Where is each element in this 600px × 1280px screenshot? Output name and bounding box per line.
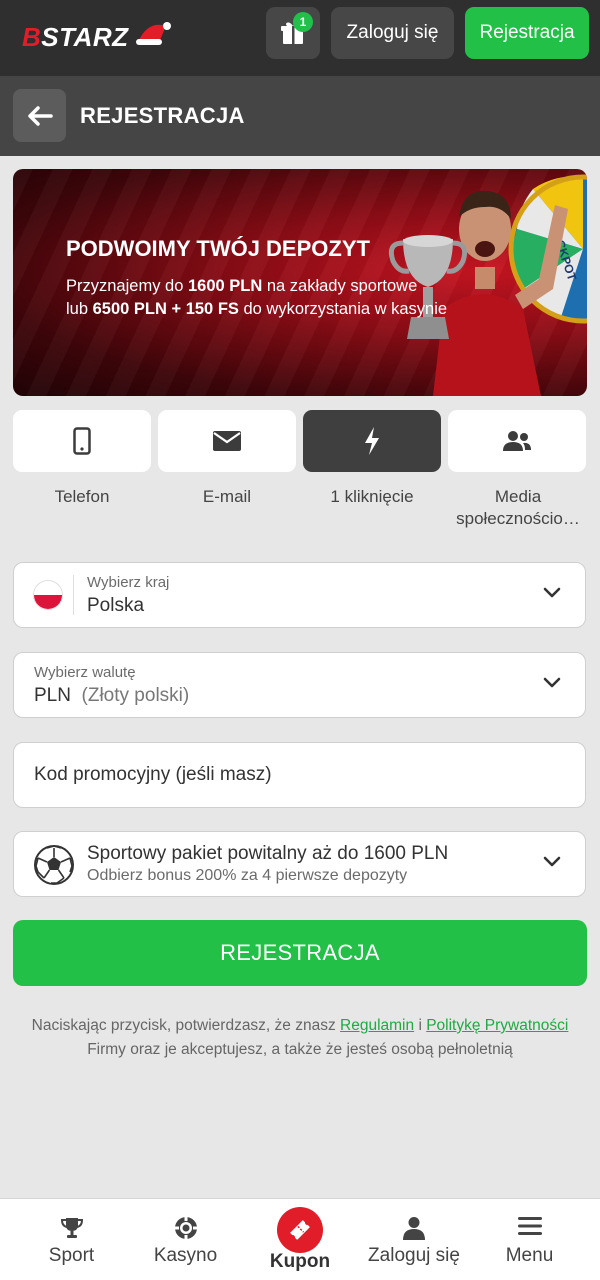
banner-text-part: lub [66,300,93,318]
lightning-icon [365,427,379,455]
register-button[interactable]: Rejestracja [465,7,589,59]
top-bar: BSTARZ 1 Zaloguj się Rejestracja [0,0,600,76]
back-button[interactable] [13,89,66,142]
method-tab-phone[interactable] [13,410,151,472]
currency-code: PLN [34,685,71,706]
banner-text-part: na zakłady sportowe [262,277,418,295]
casino-chip-icon [174,1217,197,1239]
gift-button[interactable] [266,7,320,59]
banner-text-part: do wykorzystania w kasynie [238,300,448,318]
nav-item-casino[interactable]: Kasyno [128,1199,243,1280]
terms-notice: Naciskając przycisk, potwierdzasz, że zn… [0,1014,600,1062]
user-icon [403,1217,425,1240]
soccer-ball-icon [34,845,74,885]
arrow-left-icon [27,105,53,126]
promo-code-input[interactable]: Kod promocyjny (jeśli masz) [13,742,586,808]
nav-item-sport[interactable]: Sport [14,1199,129,1280]
santa-hat-icon [136,22,171,45]
poland-flag-icon [33,580,63,610]
privacy-policy-link[interactable]: Politykę Prywatności [426,1017,568,1034]
banner-title: PODWOIMY TWÓJ DEPOZYT [66,236,370,261]
method-label-phone: Telefon [54,487,110,506]
nav-label-kupon[interactable]: Kupon [250,1251,350,1273]
login-button[interactable]: Zaloguj się [331,7,454,59]
banner-text-part: Przyznajemy do [66,277,188,295]
method-label-social: Media społecznościo… [456,487,580,528]
chevron-down-icon [543,677,561,688]
hamburger-icon [517,1217,542,1235]
logo-b-letter: B [22,22,42,52]
currency-select[interactable]: Wybierz walutę PLN (Złoty polski) [13,652,586,718]
ticket-icon [290,1220,310,1240]
nav-label-menu: Menu [505,1245,554,1266]
page-title: REJESTRACJA [80,103,245,128]
method-label-one-click: 1 kliknięcie [330,487,414,506]
bonus-subtitle: Odbierz bonus 200% za 4 pierwsze depozyt… [87,867,408,884]
country-select[interactable]: Wybierz kraj Polska [13,562,586,628]
chevron-down-icon [543,856,561,867]
logo-text: BSTARZ [22,22,129,52]
country-select-value: Polska [87,595,145,616]
currency-name: (Złoty polski) [81,685,190,706]
terms-text: Naciskając przycisk, potwierdzasz, że zn… [31,1017,341,1034]
promo-banner[interactable]: JACKPOT PODWOIMY TWÓJ DEPOZYT Przyznajem… [13,169,587,396]
country-select-label: Wybierz kraj [87,574,170,591]
banner-description: Przyznajemy do 1600 PLN na zakłady sport… [66,275,447,321]
currency-select-value: PLN (Złoty polski) [34,685,189,707]
chevron-down-icon [543,587,561,598]
users-icon [503,431,531,451]
banner-sport-amount: 1600 PLN [187,277,263,295]
currency-select-label: Wybierz walutę [34,664,136,681]
method-label-email: E-mail [202,487,252,506]
gift-count-badge: 1 [293,12,313,32]
nav-item-menu[interactable]: Menu [472,1199,587,1280]
nav-label-casino: Kasyno [153,1245,218,1266]
submit-registration-button[interactable]: REJESTRACJA [13,920,587,986]
promo-code-placeholder: Kod promocyjny (jeśli masz) [34,764,272,785]
method-tab-one-click[interactable] [303,410,441,472]
page-header: REJESTRACJA [0,76,600,156]
bonus-title: Sportowy pakiet powitalny aż do 1600 PLN [87,843,449,864]
phone-icon [73,427,91,455]
method-tab-social[interactable] [448,410,586,472]
nav-item-login[interactable]: Zaloguj się [357,1199,471,1280]
nav-label-login: Zaloguj się [368,1245,460,1266]
banner-casino-amount: 6500 PLN + 150 FS [92,300,239,318]
method-tab-email[interactable] [158,410,296,472]
terms-link[interactable]: Regulamin [340,1017,414,1034]
terms-text: i [414,1017,427,1034]
nav-label-sport: Sport [48,1245,95,1266]
terms-text: Firmy oraz je akceptujesz, a także że je… [87,1041,513,1058]
bonus-select[interactable]: Sportowy pakiet powitalny aż do 1600 PLN… [13,831,586,897]
trophy-icon [60,1218,83,1238]
nav-item-kupon[interactable] [277,1207,323,1253]
envelope-icon [213,431,241,451]
divider [73,575,74,615]
brand-logo[interactable]: BSTARZ [22,18,171,54]
